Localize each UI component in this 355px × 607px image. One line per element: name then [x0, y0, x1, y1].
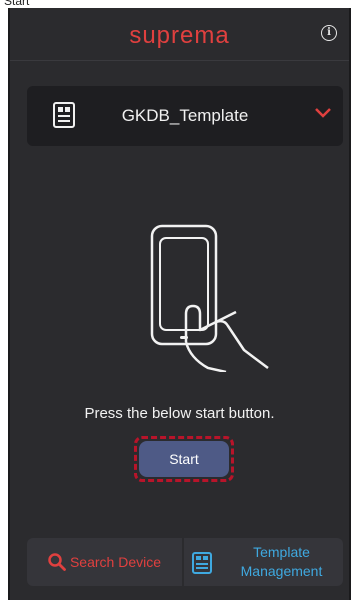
info-icon[interactable]: i: [321, 25, 337, 41]
instruction-text: Press the below start button.: [84, 405, 275, 422]
hand-holding-phone-illustration: [150, 224, 269, 372]
app-screen: suprema i GKDB_Template Press the below …: [8, 8, 351, 600]
template-management-button[interactable]: Template Management: [184, 538, 343, 586]
start-button-label: Start: [139, 441, 229, 477]
app-header: suprema i: [10, 8, 349, 61]
start-button[interactable]: Start: [134, 436, 234, 482]
search-device-label: Search Device: [69, 554, 162, 570]
search-icon: [48, 553, 66, 571]
chevron-down-icon[interactable]: [315, 108, 331, 118]
selected-template: GKDB_Template: [121, 106, 249, 125]
template-icon: [192, 552, 212, 574]
brand-logo: suprema: [129, 22, 230, 49]
search-device-button[interactable]: Search Device: [27, 538, 182, 586]
top-caption: Start: [4, 0, 30, 8]
bottom-navigation: Search Device Template Management: [27, 538, 343, 586]
template-management-label: Template Management: [240, 544, 323, 579]
template-dropdown[interactable]: GKDB_Template: [27, 86, 343, 146]
